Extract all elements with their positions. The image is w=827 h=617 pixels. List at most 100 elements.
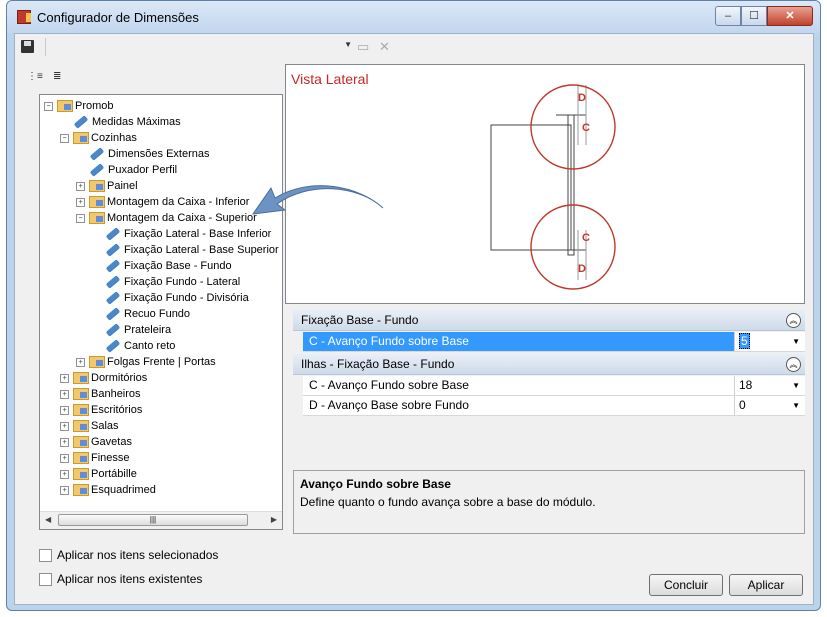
tree-node[interactable]: + Portábille	[60, 466, 137, 482]
dimension-item-icon	[105, 339, 121, 353]
tree-node-label[interactable]: Cozinhas	[91, 132, 137, 144]
property-row[interactable]: D - Avanço Base sobre Fundo 0 ▼	[303, 396, 805, 416]
scroll-right-icon[interactable]: ▶	[271, 515, 277, 524]
tree-node[interactable]: − Promob	[44, 98, 114, 114]
tree-node[interactable]: Prateleira	[105, 322, 171, 338]
tree-node-label[interactable]: Canto reto	[124, 340, 175, 352]
expand-icon[interactable]: +	[60, 389, 69, 399]
apply-selected-checkbox[interactable]: Aplicar nos itens selecionados	[39, 547, 218, 563]
list-view-icon[interactable]: ≣	[53, 71, 65, 83]
chevron-down-icon[interactable]: ▼	[792, 376, 800, 395]
concluir-button[interactable]: Concluir	[649, 574, 723, 596]
expand-icon[interactable]: +	[60, 453, 69, 463]
collapse-icon[interactable]: −	[60, 133, 69, 143]
tree-node[interactable]: − Cozinhas	[60, 130, 137, 146]
expand-icon[interactable]: +	[60, 373, 69, 383]
tree-node-label[interactable]: Finesse	[91, 452, 130, 464]
tree-node-label[interactable]: Promob	[75, 100, 114, 112]
collapse-icon[interactable]: −	[76, 213, 85, 223]
tree-node[interactable]: Fixação Base - Fundo	[105, 258, 232, 274]
tree-node[interactable]: Fixação Fundo - Divisória	[105, 290, 249, 306]
tree-node[interactable]: + Painel	[76, 178, 138, 194]
tree-node-label[interactable]: Dimensões Externas	[108, 148, 210, 160]
tree-node-label[interactable]: Painel	[107, 180, 138, 192]
tree-node-label[interactable]: Folgas Frente | Portas	[107, 356, 216, 368]
tree-node[interactable]: Dimensões Externas	[89, 146, 210, 162]
tree-node-label[interactable]: Medidas Máximas	[92, 116, 181, 128]
tree-node-label[interactable]: Gavetas	[91, 436, 132, 448]
tree-view-icon[interactable]: ⋮≡	[27, 71, 43, 83]
tree-node-label[interactable]: Prateleira	[124, 324, 171, 336]
expand-icon[interactable]: +	[76, 181, 85, 191]
tree-node-label[interactable]: Portábille	[91, 468, 137, 480]
tree-node-label[interactable]: Recuo Fundo	[124, 308, 190, 320]
tree-node-label[interactable]: Dormitórios	[91, 372, 147, 384]
expand-icon[interactable]: +	[60, 405, 69, 415]
collapse-icon[interactable]: −	[44, 101, 53, 111]
dimension-item-icon	[105, 243, 121, 257]
scrollbar-thumb[interactable]: |||	[58, 514, 248, 526]
property-value-text[interactable]: 5	[739, 333, 750, 349]
aplicar-button[interactable]: Aplicar	[729, 574, 803, 596]
tree-node[interactable]: + Dormitórios	[60, 370, 147, 386]
tree-node-label[interactable]: Puxador Perfil	[108, 164, 177, 176]
tree-node[interactable]: + Banheiros	[60, 386, 141, 402]
property-value-text[interactable]: 18	[739, 378, 752, 392]
tree-node[interactable]: Fixação Fundo - Lateral	[105, 274, 240, 290]
tree-node[interactable]: + Finesse	[60, 450, 130, 466]
maximize-button[interactable]: ☐	[741, 6, 767, 26]
tree-node[interactable]: + Gavetas	[60, 434, 132, 450]
tree-view[interactable]: − Promob Medidas Máximas − Cozinhas Dimensões…	[39, 94, 283, 530]
property-value[interactable]: 18 ▼	[734, 376, 805, 395]
title-bar[interactable]: Configurador de Dimensões – ☐ ✕	[7, 1, 820, 33]
chevron-down-icon[interactable]: ▼	[792, 332, 800, 351]
tree-node-label[interactable]: Fixação Base - Fundo	[124, 260, 232, 272]
tree-node[interactable]: + Esquadrimed	[60, 482, 156, 498]
collapse-icon[interactable]: ︽	[786, 313, 801, 328]
expand-icon[interactable]: +	[60, 469, 69, 479]
property-row[interactable]: C - Avanço Fundo sobre Base 5 ▼	[303, 332, 805, 352]
tree-node[interactable]: + Montagem da Caixa - Inferior	[76, 194, 249, 210]
tree-node[interactable]: + Folgas Frente | Portas	[76, 354, 216, 370]
tree-node[interactable]: Recuo Fundo	[105, 306, 190, 322]
dimension-item-icon	[89, 163, 105, 177]
checkbox-box[interactable]	[39, 549, 52, 563]
toolbar-combo[interactable]: ▼	[45, 38, 354, 56]
expand-icon[interactable]: +	[76, 357, 85, 367]
collapse-icon[interactable]: ︽	[786, 357, 801, 372]
tree-node-label[interactable]: Fixação Fundo - Lateral	[124, 276, 240, 288]
category-header[interactable]: Fixação Base - Fundo ︽	[293, 310, 805, 331]
property-value[interactable]: 5 ▼	[734, 332, 805, 351]
expand-icon[interactable]: +	[60, 485, 69, 495]
tree-node-label[interactable]: Banheiros	[91, 388, 141, 400]
scroll-left-icon[interactable]: ◀	[45, 515, 51, 524]
tree-node-label[interactable]: Esquadrimed	[91, 484, 156, 496]
tree-node-label[interactable]: Salas	[91, 420, 119, 432]
property-value[interactable]: 0 ▼	[734, 396, 805, 415]
tree-node[interactable]: Medidas Máximas	[73, 114, 181, 130]
tree-node[interactable]: + Escritórios	[60, 402, 142, 418]
tree-node-label[interactable]: Fixação Fundo - Divisória	[124, 292, 249, 304]
category-header[interactable]: Ilhas - Fixação Base - Fundo ︽	[293, 354, 805, 375]
property-value-text[interactable]: 0	[739, 398, 746, 412]
close-button[interactable]: ✕	[767, 6, 813, 26]
delete-icon[interactable]: ✕	[379, 39, 390, 55]
save-icon[interactable]	[21, 40, 34, 53]
tree-node[interactable]: Canto reto	[105, 338, 175, 354]
tree-node[interactable]: Puxador Perfil	[89, 162, 177, 178]
tree-node-label[interactable]: Escritórios	[91, 404, 142, 416]
checkbox-box[interactable]	[39, 573, 52, 587]
minimize-button[interactable]: –	[715, 6, 741, 26]
chevron-down-icon[interactable]: ▼	[792, 396, 800, 415]
rename-icon[interactable]: ▭	[357, 39, 369, 55]
property-row[interactable]: C - Avanço Fundo sobre Base 18 ▼	[303, 376, 805, 396]
expand-icon[interactable]: +	[60, 421, 69, 431]
expand-icon[interactable]: +	[76, 197, 85, 207]
tree-node-label[interactable]: Montagem da Caixa - Inferior	[107, 196, 249, 208]
apply-existing-checkbox[interactable]: Aplicar nos itens existentes	[39, 571, 202, 587]
horizontal-scrollbar[interactable]: ◀ ||| ▶	[40, 511, 282, 529]
tree-node-label[interactable]: Montagem da Caixa - Superior	[107, 212, 257, 224]
tree-node[interactable]: − Montagem da Caixa - Superior	[76, 210, 257, 226]
tree-node[interactable]: + Salas	[60, 418, 119, 434]
expand-icon[interactable]: +	[60, 437, 69, 447]
